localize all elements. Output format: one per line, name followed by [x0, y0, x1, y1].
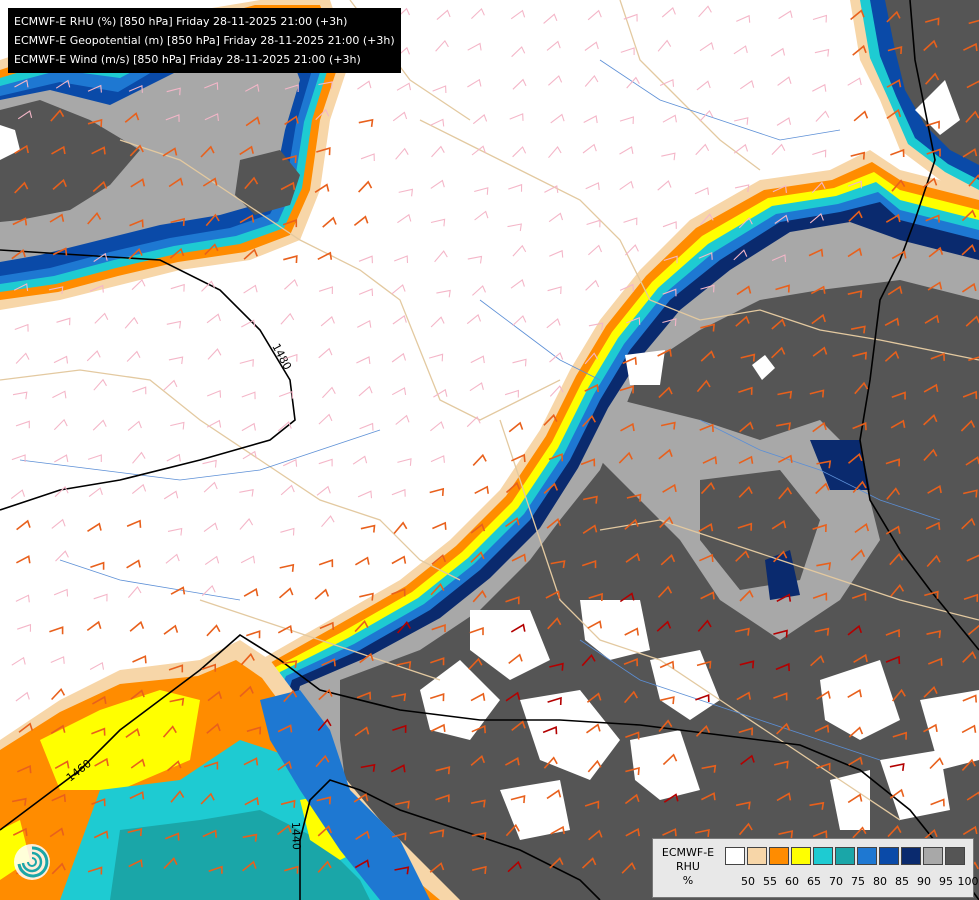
legend-swatch: [747, 847, 767, 865]
legend-swatch: [857, 847, 877, 865]
legend-tick: 50: [741, 875, 755, 888]
title-wind: ECMWF-E Wind (m/s) [850 hPa] Friday 28-1…: [14, 53, 361, 66]
legend-swatch: [769, 847, 789, 865]
legend-swatch: [923, 847, 943, 865]
legend-swatch: [945, 847, 965, 865]
legend-tick: 95: [939, 875, 953, 888]
legend-tick: 80: [873, 875, 887, 888]
legend-tick: 65: [807, 875, 821, 888]
legend-tick: 70: [829, 875, 843, 888]
ecmwf-swirl-icon: [14, 844, 50, 880]
legend-swatch: [835, 847, 855, 865]
legend-swatch: [901, 847, 921, 865]
title-geopotential: ECMWF-E Geopotential (m) [850 hPa] Frida…: [14, 34, 395, 47]
legend-title: ECMWF-E RHU %: [655, 846, 721, 888]
legend-title-model: ECMWF-E: [661, 846, 715, 859]
legend-swatch: [813, 847, 833, 865]
legend-swatches: [725, 847, 967, 865]
rhu-legend: ECMWF-E RHU % 50 55 60 65 70 75 80 85 90 95 100: [652, 838, 979, 898]
legend-swatch: [879, 847, 899, 865]
legend-tick: 60: [785, 875, 799, 888]
legend-title-variable: RHU: [676, 860, 700, 873]
legend-tick: 90: [917, 875, 931, 888]
legend-ticks: 50 55 60 65 70 75 80 85 90 95 100: [737, 875, 979, 888]
legend-title-unit: %: [682, 874, 694, 887]
legend-tick: 85: [895, 875, 909, 888]
legend-tick: 55: [763, 875, 777, 888]
legend-swatch: [725, 847, 745, 865]
legend-tick: 100: [957, 875, 979, 888]
map-title-box: ECMWF-E RHU (%) [850 hPa] Friday 28-11-2…: [8, 8, 401, 73]
legend-tick: 75: [851, 875, 865, 888]
weather-map: 1480 1460 1440: [0, 0, 979, 900]
legend-swatch: [791, 847, 811, 865]
contour-label-1440: 1440: [289, 822, 303, 850]
title-rhu: ECMWF-E RHU (%) [850 hPa] Friday 28-11-2…: [14, 15, 348, 28]
